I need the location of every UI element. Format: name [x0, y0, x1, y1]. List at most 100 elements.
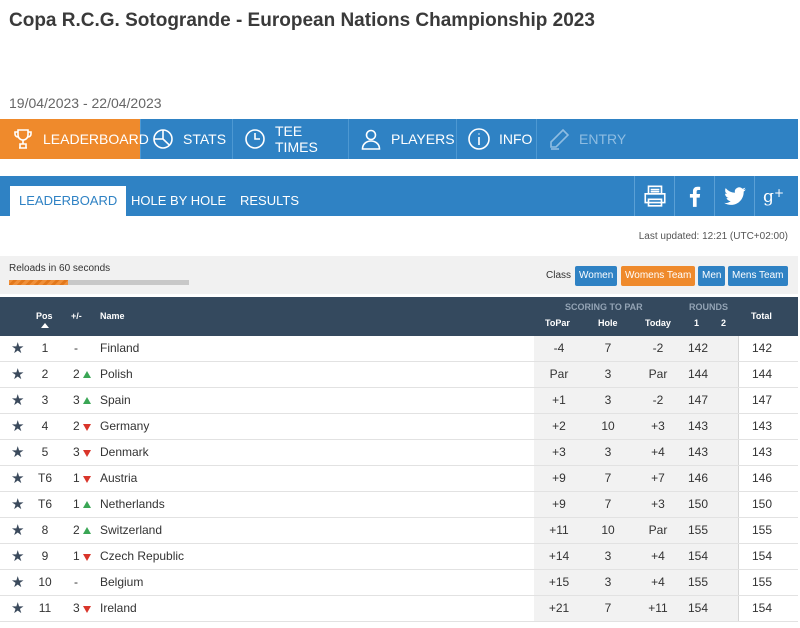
table-row[interactable]: ★ 2 2 Polish Par 3 Par 144 144: [0, 362, 798, 388]
row-today: +4: [636, 440, 680, 465]
twitter-icon[interactable]: [714, 176, 754, 216]
nav-leaderboard[interactable]: LEADERBOARD: [0, 119, 149, 159]
row-topar: +3: [538, 440, 580, 465]
class-label: Class: [546, 270, 572, 281]
row-total: 143: [744, 440, 780, 465]
table-row[interactable]: ★ T6 1 Netherlands +9 7 +3 150 150: [0, 492, 798, 518]
row-hole-text: 3: [604, 575, 612, 589]
row-change: 2: [73, 518, 103, 543]
row-pos-text: 4: [41, 419, 49, 433]
total-divider: [738, 570, 739, 595]
favorite-star-icon[interactable]: ★: [11, 549, 24, 564]
tab-hole-by-hole[interactable]: HOLE BY HOLE: [122, 186, 235, 216]
clock-icon: [243, 126, 267, 152]
row-pos-text: T6: [37, 497, 52, 511]
table-row[interactable]: ★ 1 - Finland -4 7 -2 142 142: [0, 336, 798, 362]
row-change: 1: [73, 544, 103, 569]
row-change-text: 3: [73, 601, 80, 615]
row-today: +3: [636, 492, 680, 517]
trend-down-icon: [82, 606, 91, 613]
col-total: Total: [751, 311, 772, 321]
nav-tee-times[interactable]: TEE TIMES: [233, 119, 349, 159]
row-change: 1: [73, 466, 103, 491]
row-hole-text: 7: [604, 601, 612, 615]
row-round-1-text: 144: [687, 367, 709, 381]
pie-chart-icon: [151, 126, 175, 152]
table-row[interactable]: ★ 4 2 Germany +2 10 +3 143 143: [0, 414, 798, 440]
row-topar-text: +11: [549, 523, 569, 537]
favorite-star-icon[interactable]: ★: [11, 523, 24, 538]
row-hole-text: 3: [604, 367, 612, 381]
favorite-star-icon[interactable]: ★: [11, 497, 24, 512]
table-row[interactable]: ★ 9 1 Czech Republic +14 3 +4 154 154: [0, 544, 798, 570]
favorite-star-icon[interactable]: ★: [11, 575, 24, 590]
table-row[interactable]: ★ 5 3 Denmark +3 3 +4 143 143: [0, 440, 798, 466]
row-today-text: +3: [651, 419, 665, 433]
row-change-text: 2: [73, 367, 80, 381]
favorite-star-icon[interactable]: ★: [11, 601, 24, 616]
row-total: 144: [744, 362, 780, 387]
class-men-button[interactable]: Men: [698, 266, 726, 286]
class-women-button[interactable]: Women: [575, 266, 618, 286]
table-row[interactable]: ★ 10 - Belgium +15 3 +4 155 155: [0, 570, 798, 596]
row-today-text: +3: [651, 497, 665, 511]
row-pos: 2: [32, 362, 58, 387]
row-hole: 3: [590, 388, 626, 413]
table-row[interactable]: ★ 3 3 Spain +1 3 -2 147 147: [0, 388, 798, 414]
favorite-star-icon[interactable]: ★: [11, 393, 24, 408]
google-plus-icon[interactable]: g +: [754, 176, 794, 216]
favorite-star-icon[interactable]: ★: [11, 341, 24, 356]
total-divider: [738, 466, 739, 491]
trend-down-icon: [82, 450, 91, 457]
svg-text:+: +: [774, 186, 784, 200]
row-round-2: [712, 466, 736, 491]
row-total: 155: [744, 570, 780, 595]
leaderboard-rows: ★ 1- Finland -4 7 -2 142 142 ★ 2 2 Polish Par 3 Par 144…: [0, 336, 798, 622]
table-row[interactable]: ★ 11 3 Ireland +21 7 +11 154 154: [0, 596, 798, 622]
favorite-star-icon[interactable]: ★: [11, 367, 24, 382]
row-total: 155: [744, 518, 780, 543]
page-title: Copa R.C.G. Sotogrande - European Nation…: [9, 10, 595, 31]
facebook-icon[interactable]: [674, 176, 714, 216]
row-change-text: 1: [73, 549, 80, 563]
row-round-1: 147: [684, 388, 712, 413]
row-hole: 7: [590, 492, 626, 517]
total-divider: [738, 544, 739, 569]
row-name: Finland: [100, 336, 400, 361]
row-hole-text: 7: [604, 341, 612, 355]
favorite-star-icon[interactable]: ★: [11, 471, 24, 486]
printer-icon[interactable]: [634, 176, 674, 216]
class-womens-team-button[interactable]: Womens Team: [621, 266, 696, 286]
nav-info[interactable]: INFO: [457, 119, 537, 159]
row-pos: 9: [32, 544, 58, 569]
table-row[interactable]: ★ 8 2 Switzerland +11 10 Par 155 155: [0, 518, 798, 544]
sub-nav: LEADERBOARD HOLE BY HOLE RESULTS g +: [0, 176, 798, 216]
table-row[interactable]: ★ T6 1 Austria +9 7 +7 146 146: [0, 466, 798, 492]
row-pos-text: 8: [41, 523, 49, 537]
row-topar: +2: [538, 414, 580, 439]
favorite-star-icon[interactable]: ★: [11, 445, 24, 460]
row-pos: 11: [32, 596, 58, 621]
row-pos: T6: [32, 492, 58, 517]
class-mens-team-button[interactable]: Mens Team: [728, 266, 788, 286]
row-name: Spain: [100, 388, 400, 413]
favorite-star-icon[interactable]: ★: [11, 419, 24, 434]
row-total-text: 142: [751, 341, 773, 355]
nav-entry: ENTRY: [537, 119, 629, 159]
row-round-1-text: 150: [687, 497, 709, 511]
nav-players[interactable]: PLAYERS: [349, 119, 457, 159]
row-pos: 5: [32, 440, 58, 465]
tab-leaderboard[interactable]: LEADERBOARD: [10, 186, 127, 216]
row-pos: T6: [32, 466, 58, 491]
col-today: Today: [645, 318, 671, 328]
tab-results[interactable]: RESULTS: [231, 186, 308, 216]
row-round-1-text: 146: [687, 471, 709, 485]
nav-stats[interactable]: STATS: [141, 119, 233, 159]
sort-ascending-icon: [41, 323, 49, 328]
row-hole: 3: [590, 362, 626, 387]
row-name-text: Germany: [100, 419, 150, 433]
row-round-2: [712, 414, 736, 439]
col-pos[interactable]: Pos: [36, 311, 53, 321]
row-topar: -4: [538, 336, 580, 361]
total-divider: [738, 388, 739, 413]
